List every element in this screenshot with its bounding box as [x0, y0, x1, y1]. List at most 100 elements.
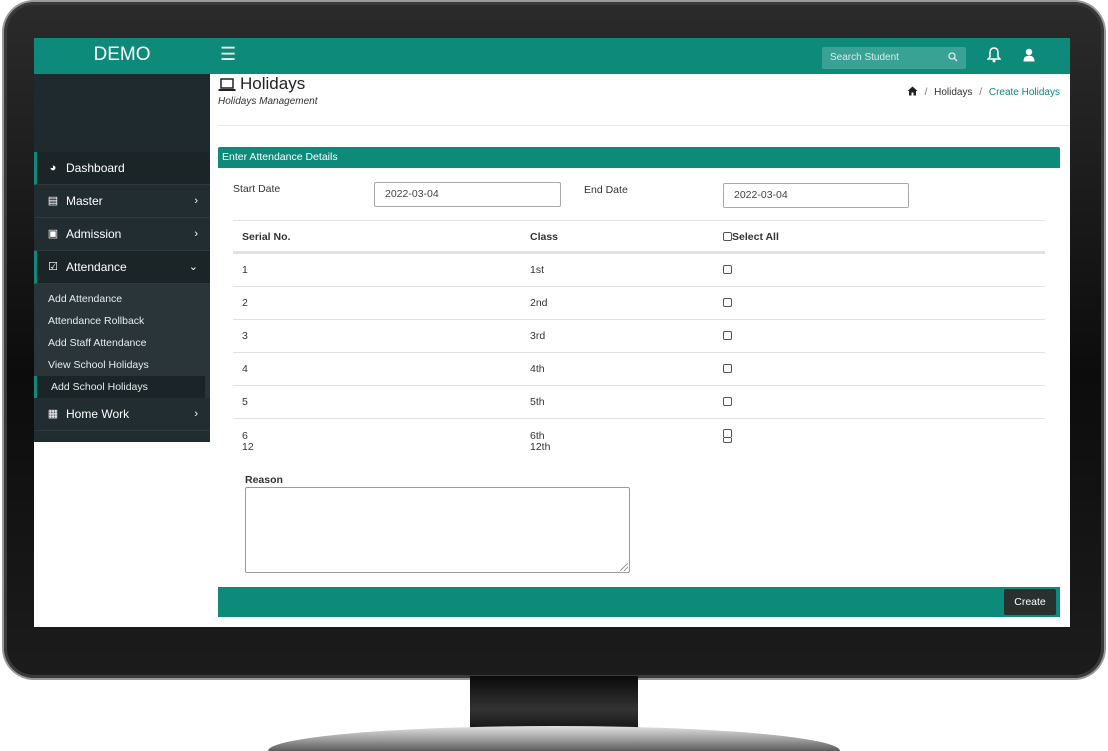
breadcrumb-separator: /	[924, 87, 928, 98]
class-cell: 5th	[530, 396, 545, 408]
page-subtitle: Holidays Management	[218, 96, 318, 107]
row-checkbox[interactable]	[723, 265, 732, 274]
app-screen: DEMO ◕ Dashboard ▤ Master › ▣ Admission …	[34, 38, 1070, 627]
select-all-label: Select All	[732, 231, 779, 243]
search-input[interactable]: Search Student	[822, 47, 966, 69]
search-icon[interactable]	[948, 47, 958, 69]
row-checkbox-partial[interactable]	[723, 438, 732, 443]
class-cell: 6th 12th	[530, 429, 550, 454]
start-date-label: Start Date	[233, 183, 281, 195]
keyboard-icon: ▦	[47, 408, 59, 420]
form-footer: Create	[218, 587, 1060, 617]
user-panel	[34, 74, 210, 152]
row-checkbox[interactable]	[723, 298, 732, 307]
row-checkbox-cell	[723, 386, 732, 419]
sidebar-item-attendance[interactable]: ☑ Attendance ⌄	[34, 251, 210, 284]
table-header-row: Serial No. Class Select All	[233, 220, 1045, 253]
monitor-stand-base	[268, 726, 840, 751]
class-cell: 3rd	[530, 330, 546, 342]
attendance-submenu: Add Attendance Attendance Rollback Add S…	[34, 284, 210, 398]
serial-cell: 1	[242, 264, 248, 276]
serial-value-overlapped: 12	[242, 441, 254, 453]
sidebar-item-label: Master	[66, 194, 103, 208]
class-cell: 4th	[530, 363, 545, 375]
sidebar-item-label: Attendance	[66, 260, 127, 274]
serial-cell: 2	[242, 297, 248, 309]
submenu-item-attendance-rollback[interactable]: Attendance Rollback	[34, 310, 210, 332]
table-row: 5 5th	[233, 385, 1045, 418]
sidebar-item-label: Admission	[66, 227, 122, 241]
search-placeholder: Search Student	[830, 52, 899, 63]
chevron-down-icon: ⌄	[188, 261, 198, 273]
submenu-item-add-school-holidays[interactable]: Add School Holidays	[34, 376, 205, 398]
select-all-control[interactable]: Select All	[723, 221, 779, 254]
table-row: 2 2nd	[233, 286, 1045, 319]
class-cell: 2nd	[530, 297, 548, 309]
chevron-right-icon: ›	[194, 228, 198, 240]
breadcrumb-separator: /	[979, 87, 983, 98]
brand-logo[interactable]: DEMO	[34, 38, 210, 74]
submenu-item-add-staff-attendance[interactable]: Add Staff Attendance	[34, 332, 210, 354]
class-cell: 1st	[530, 264, 545, 276]
class-value-overlapped: 12th	[530, 441, 551, 453]
select-all-checkbox[interactable]	[723, 232, 732, 241]
page-title: Holidays	[240, 74, 306, 93]
create-button[interactable]: Create	[1004, 589, 1056, 615]
row-checkbox-cell	[723, 353, 732, 386]
sidebar-item-dashboard[interactable]: ◕ Dashboard	[34, 152, 210, 185]
laptop-icon	[218, 78, 236, 91]
end-date-input[interactable]: 2022-03-04	[723, 183, 909, 208]
submenu-item-add-attendance[interactable]: Add Attendance	[34, 288, 210, 310]
serial-cell: 5	[242, 396, 248, 408]
row-checkbox[interactable]	[723, 331, 732, 340]
form-section-title: Enter Attendance Details	[218, 147, 1060, 168]
serial-cell: 6 12	[242, 429, 254, 454]
menu-toggle-icon[interactable]: ☰	[220, 44, 236, 65]
reason-label: Reason	[245, 474, 283, 486]
row-checkbox-cell	[723, 320, 732, 353]
row-checkbox-cell	[723, 287, 732, 320]
table-row: 1 1st	[233, 253, 1045, 286]
row-checkbox[interactable]	[723, 397, 732, 406]
column-header-serial: Serial No.	[242, 231, 291, 243]
row-checkbox[interactable]	[723, 429, 732, 438]
classes-table: Serial No. Class Select All 1 1st 2 2nd …	[233, 220, 1045, 458]
sidebar-item-label: Dashboard	[66, 161, 125, 175]
serial-cell: 4	[242, 363, 248, 375]
sidebar-item-home-work[interactable]: ▦ Home Work ›	[34, 398, 210, 431]
column-header-class: Class	[530, 231, 559, 243]
form-panel: Start Date 2022-03-04 End Date 2022-03-0…	[218, 168, 1060, 587]
calendar-check-icon: ☑	[48, 261, 58, 273]
top-navbar: ☰ Search Student	[210, 38, 1070, 74]
sidebar-item-master[interactable]: ▤ Master ›	[34, 185, 210, 218]
breadcrumb: / Holidays / Create Holidays	[907, 86, 1060, 98]
submenu-item-view-school-holidays[interactable]: View School Holidays	[34, 354, 210, 376]
monitor-stand-neck	[470, 676, 638, 732]
table-row: 6 12 6th 12th	[233, 418, 1045, 458]
sidebar-item-admission[interactable]: ▣ Admission ›	[34, 218, 210, 251]
breadcrumb-holidays[interactable]: Holidays	[934, 87, 972, 98]
chevron-right-icon: ›	[194, 408, 198, 420]
reason-textarea[interactable]	[245, 487, 630, 573]
breadcrumb-current: Create Holidays	[988, 87, 1060, 98]
start-date-input[interactable]: 2022-03-04	[374, 182, 561, 207]
sidebar-overflow	[34, 431, 210, 439]
row-checkbox-cell	[723, 254, 732, 287]
resize-grip-icon[interactable]	[620, 563, 628, 571]
table-row: 4 4th	[233, 352, 1045, 385]
serial-cell: 3	[242, 330, 248, 342]
database-icon: ▤	[47, 195, 59, 207]
table-row: 3 3rd	[233, 319, 1045, 352]
page-header: Holidays Holidays Management / Holidays …	[218, 74, 1070, 126]
chevron-right-icon: ›	[194, 195, 198, 207]
row-checkbox[interactable]	[723, 364, 732, 373]
home-icon[interactable]	[907, 86, 918, 96]
bell-icon[interactable]	[987, 47, 1001, 63]
dashboard-icon: ◕	[49, 162, 57, 174]
form-icon: ▣	[47, 228, 59, 240]
row-checkbox-cell	[723, 429, 732, 443]
user-icon[interactable]	[1023, 48, 1035, 62]
sidebar-item-label: Home Work	[66, 407, 130, 421]
sidebar: DEMO ◕ Dashboard ▤ Master › ▣ Admission …	[34, 38, 210, 442]
end-date-label: End Date	[584, 184, 628, 196]
